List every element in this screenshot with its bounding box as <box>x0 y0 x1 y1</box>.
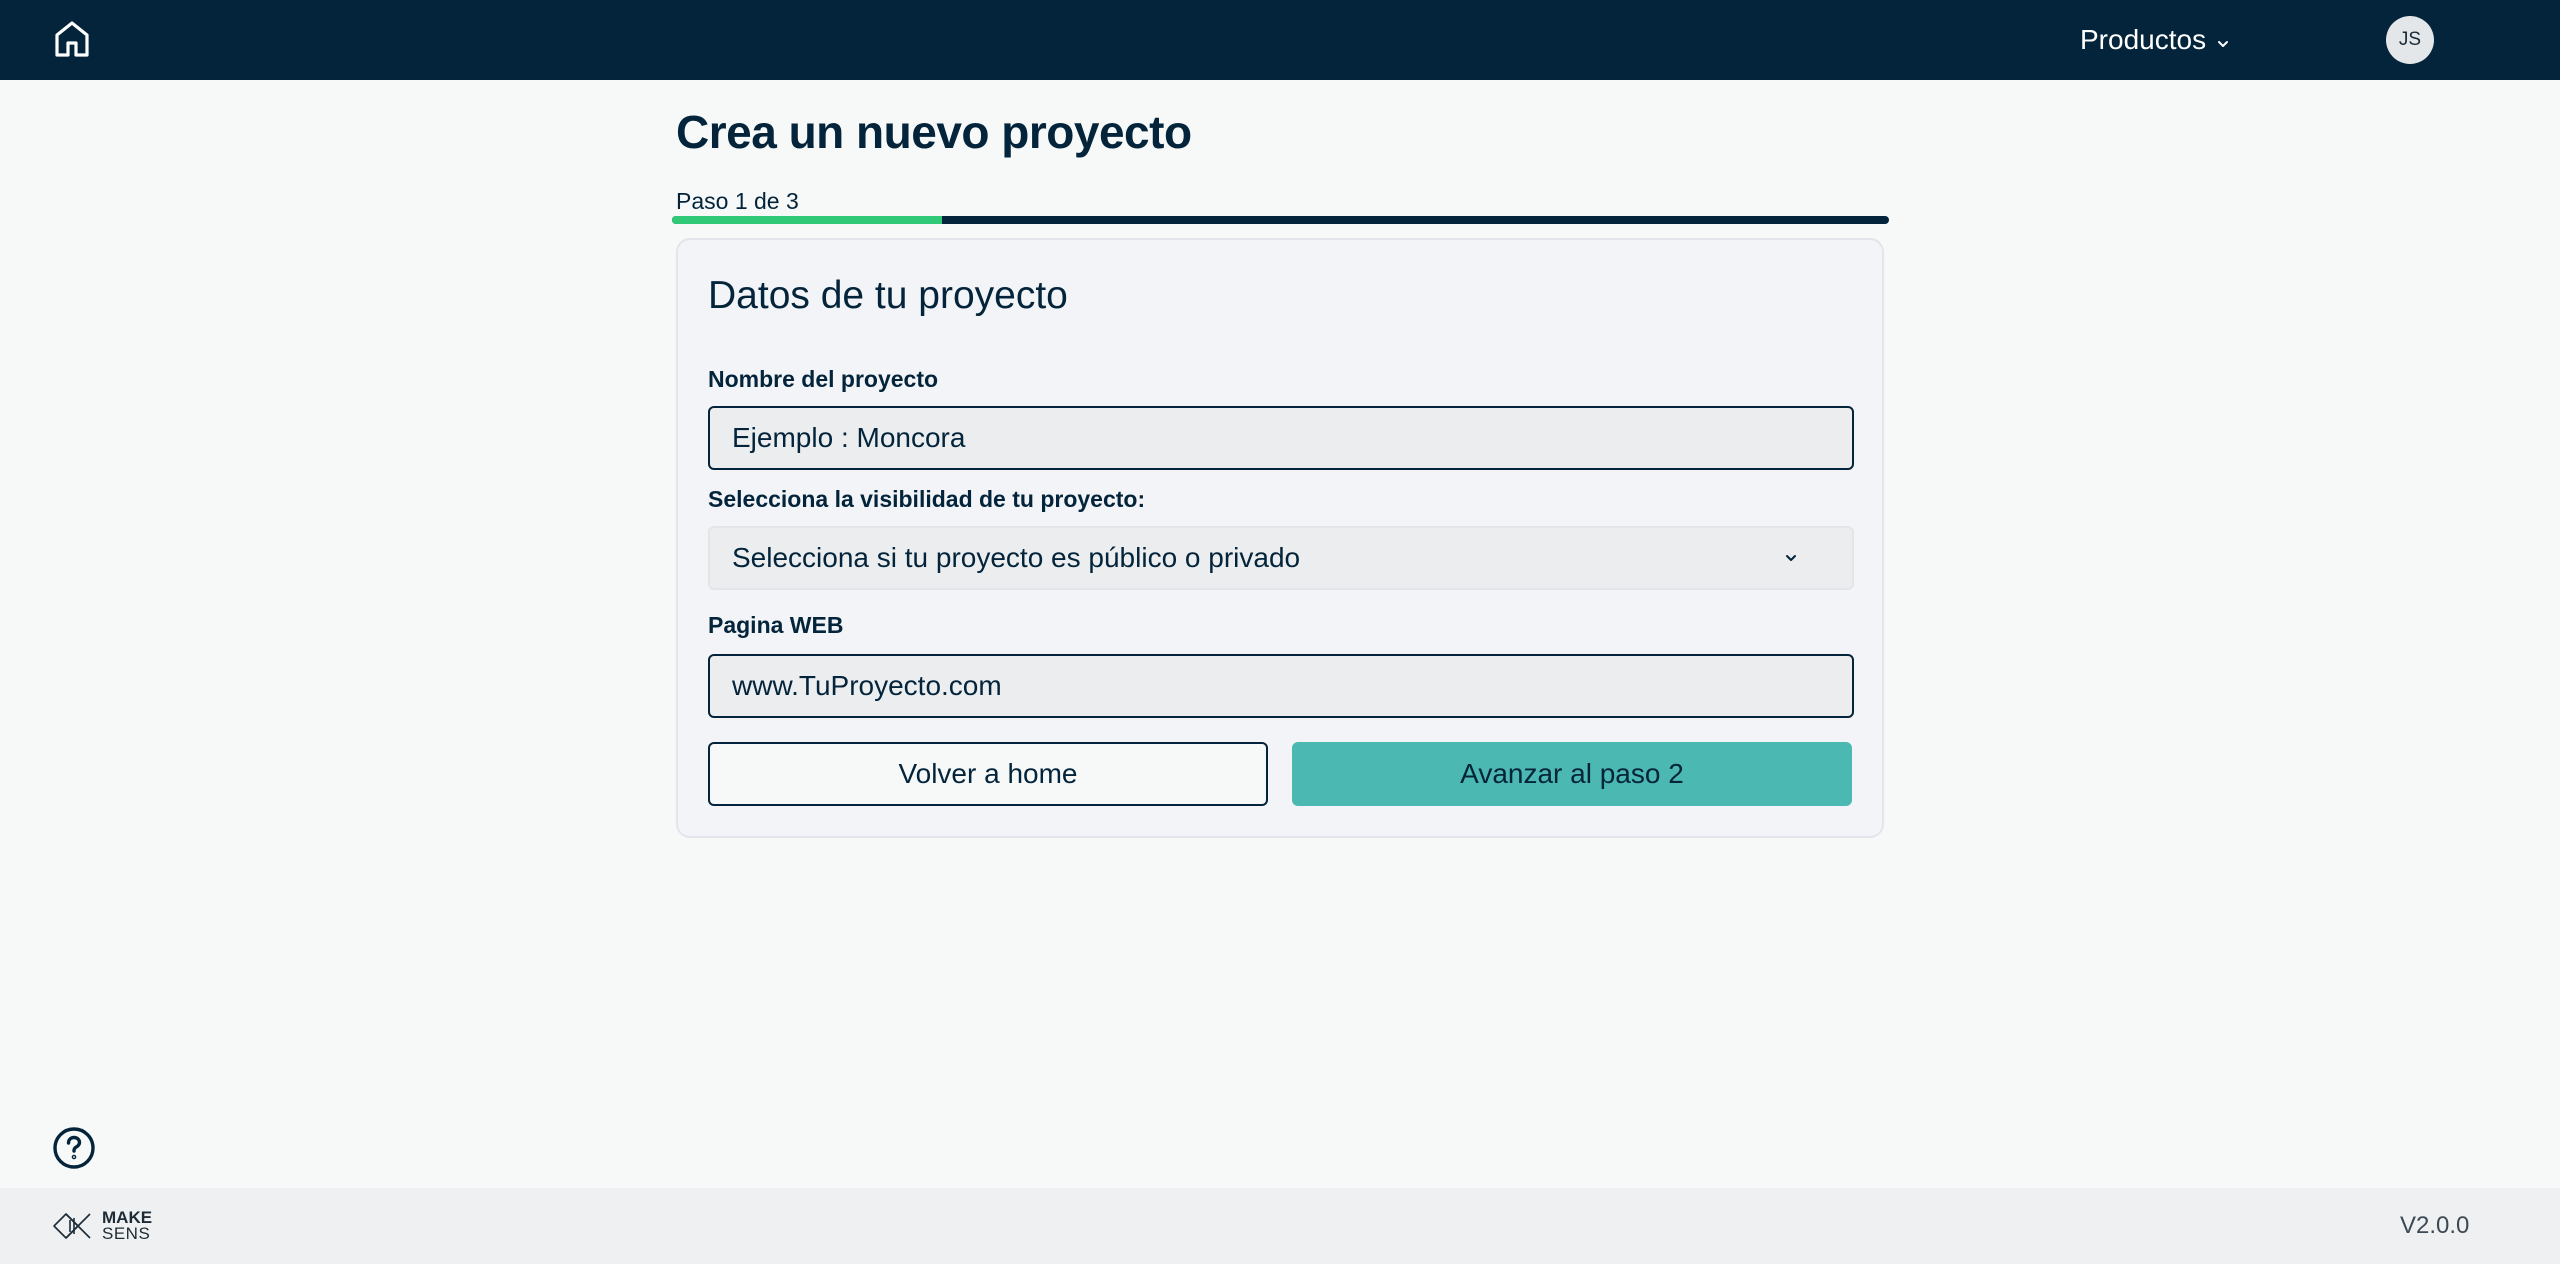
avatar[interactable]: JS <box>2386 16 2434 64</box>
help-circle-icon[interactable] <box>52 1126 96 1170</box>
chevron-down-icon <box>1784 553 1798 563</box>
footer: MAKE SENS V2.0.0 <box>0 1188 2560 1264</box>
project-form-card: Datos de tu proyecto Nombre del proyecto… <box>676 238 1884 838</box>
makesens-logo: MAKE SENS <box>52 1206 152 1246</box>
next-step-button[interactable]: Avanzar al paso 2 <box>1292 742 1852 806</box>
project-name-label: Nombre del proyecto <box>708 366 939 392</box>
logo-icon <box>53 1213 91 1239</box>
page-title: Crea un nuevo proyecto <box>676 106 1192 158</box>
products-menu[interactable]: Productos <box>2080 20 2230 60</box>
top-navbar: Productos JS <box>0 0 2560 80</box>
logo-line2: SENS <box>102 1224 151 1243</box>
web-page-label: Pagina WEB <box>708 612 844 638</box>
products-label: Productos <box>2080 24 2207 55</box>
card-title: Datos de tu proyecto <box>708 274 1068 317</box>
step-label: Paso 1 de 3 <box>676 188 799 214</box>
back-home-button[interactable]: Volver a home <box>708 742 1268 806</box>
progress-bar-fill <box>672 216 943 224</box>
project-name-input[interactable]: Ejemplo : Moncora <box>708 406 1854 470</box>
home-icon[interactable] <box>52 18 92 60</box>
visibility-select[interactable]: Selecciona si tu proyecto es público o p… <box>708 526 1854 590</box>
progress-bar <box>672 216 1889 224</box>
visibility-select-value: Selecciona si tu proyecto es público o p… <box>732 542 1301 573</box>
chevron-down-icon <box>2216 24 2230 56</box>
web-page-input[interactable]: www.TuProyecto.com <box>708 654 1854 718</box>
version-label: V2.0.0 <box>2400 1212 2470 1239</box>
visibility-label: Selecciona la visibilidad de tu proyecto… <box>708 486 1146 512</box>
